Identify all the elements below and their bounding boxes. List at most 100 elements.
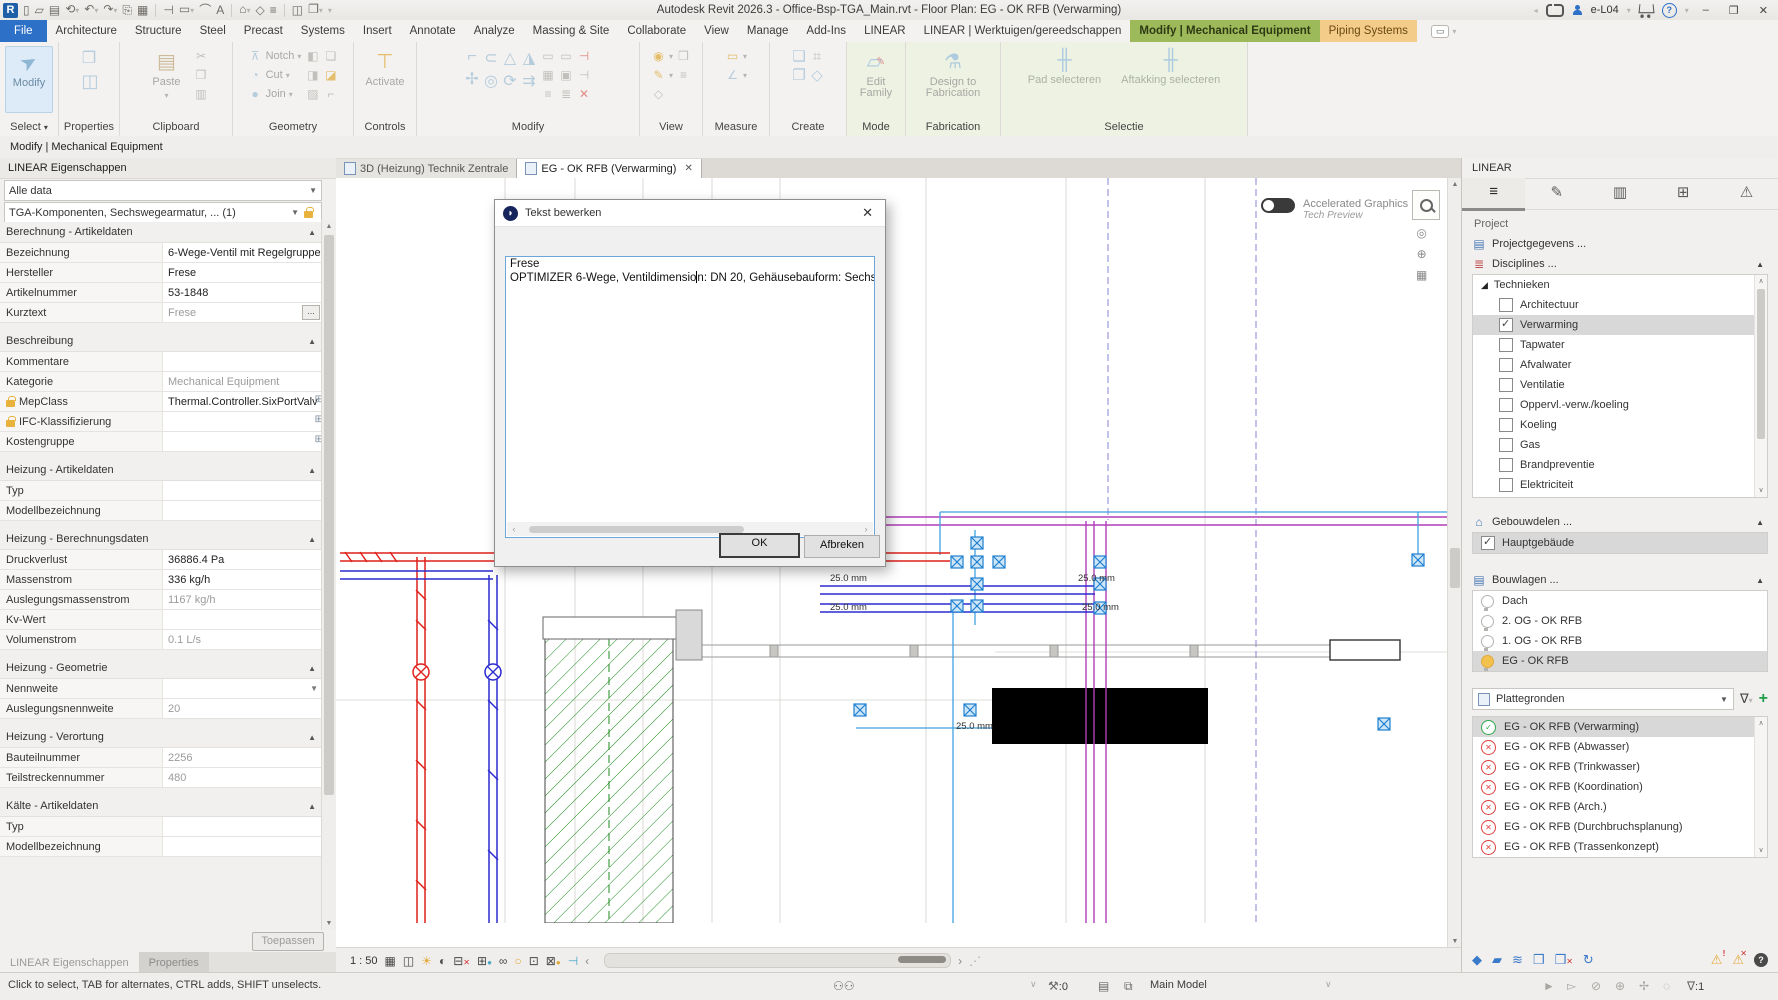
bulb-icon[interactable]: [1481, 615, 1494, 628]
checkbox[interactable]: [1499, 398, 1513, 412]
selected-facade-panel[interactable]: [1330, 640, 1400, 660]
navigation-bar[interactable]: ◎ ⊕ ▦: [1416, 226, 1427, 282]
cut-to-clipboard-icon[interactable]: ✂: [194, 49, 209, 63]
close-view-icon[interactable]: ✕: [684, 163, 692, 174]
revit-logo-icon[interactable]: R: [3, 3, 18, 18]
scrollbar-thumb[interactable]: [1450, 548, 1460, 588]
scroll-up-icon[interactable]: ∧: [1755, 717, 1767, 730]
tab-architecture[interactable]: Architecture: [47, 20, 126, 42]
gebouwdelen-button[interactable]: ⌂ Gebouwdelen ... ▲: [1462, 512, 1778, 532]
tab-massing-site[interactable]: Massing & Site: [524, 20, 619, 42]
checkbox[interactable]: [1499, 318, 1513, 332]
zoom-extents-icon[interactable]: ▦: [1416, 268, 1427, 282]
match-type-icon[interactable]: ▥: [194, 87, 209, 101]
ok-button[interactable]: OK: [719, 533, 800, 558]
box-3d-icon[interactable]: ❒: [676, 49, 691, 63]
more-button[interactable]: ...: [302, 305, 320, 320]
minimize-button[interactable]: –: [1697, 4, 1715, 16]
section-header[interactable]: Berechnung - Artikeldaten▲: [0, 222, 322, 243]
selection-set-icon[interactable]: ◌: [1663, 979, 1670, 993]
tab-insert[interactable]: Insert: [354, 20, 401, 42]
trim-corner-icon[interactable]: ▦: [541, 68, 556, 82]
property-row[interactable]: Auslegungsnennweite20: [0, 699, 322, 719]
temporary-hide-isolate-icon[interactable]: ○: [514, 954, 521, 968]
scroll-down-icon[interactable]: ∨: [1755, 484, 1767, 497]
scroll-down-icon[interactable]: ∨: [1755, 844, 1767, 857]
disciplines-button[interactable]: ≣ Disciplines ... ▲: [1462, 254, 1778, 274]
tab-file[interactable]: File: [0, 20, 47, 42]
family-types-icon[interactable]: ❒: [82, 48, 97, 68]
tab-piping-systems[interactable]: Piping Systems: [1320, 20, 1417, 42]
scroll-up-icon[interactable]: ∧: [1755, 275, 1767, 288]
restore-button[interactable]: ❐: [1723, 4, 1745, 17]
collapse-icon[interactable]: ▲: [308, 664, 316, 673]
crop-view-icon[interactable]: ⊟✕: [453, 954, 470, 968]
modify-icon[interactable]: ⊣: [163, 3, 173, 17]
tab-add-ins[interactable]: Add-Ins: [797, 20, 855, 42]
tab-structure[interactable]: Structure: [126, 20, 191, 42]
plan-trassenkonzept[interactable]: ✕EG - OK RFB (Trassenkonzept): [1473, 837, 1767, 857]
cancel-button[interactable]: Afbreken: [804, 535, 880, 558]
canvas-vertical-scrollbar[interactable]: ▲ ▼: [1447, 178, 1462, 948]
refresh-icon[interactable]: ↻: [1583, 952, 1594, 968]
default-3d-view-icon[interactable]: ⌂▾: [239, 2, 250, 18]
modify-tool-button[interactable]: ➤ Modify: [5, 46, 53, 113]
tab-collaborate[interactable]: Collaborate: [618, 20, 695, 42]
pin-icon[interactable]: ⊣: [577, 68, 592, 82]
collapse-icon[interactable]: ▲: [308, 802, 316, 811]
tab-library[interactable]: ▥: [1588, 179, 1651, 209]
discipline-gas[interactable]: Gas: [1473, 435, 1767, 455]
move-icon[interactable]: ✢: [465, 69, 480, 89]
array-icon[interactable]: ⇉: [522, 71, 537, 91]
shadows-icon[interactable]: ◐: [439, 954, 446, 968]
data-filter-combobox[interactable]: Alle data▼: [4, 180, 322, 201]
expander-icon[interactable]: ◢: [1481, 280, 1488, 291]
close-hidden-windows-icon[interactable]: ◫: [292, 3, 303, 17]
checkbox[interactable]: [1499, 338, 1513, 352]
level-dach[interactable]: Dach: [1473, 591, 1767, 611]
beam-cope-icon[interactable]: ◧: [305, 49, 320, 63]
user-name[interactable]: e-L04: [1591, 4, 1619, 16]
scroll-left-icon[interactable]: ‹: [507, 524, 521, 534]
collapse-icon[interactable]: ▲: [308, 733, 316, 742]
property-row[interactable]: Bauteilnummer2256: [0, 748, 322, 768]
create-group-icon[interactable]: ⌗: [810, 48, 825, 65]
steering-wheel-icon[interactable]: ◎: [1416, 226, 1427, 240]
group-label-select[interactable]: Select ▾: [0, 119, 58, 136]
override-graphics-icon[interactable]: ✎: [651, 68, 666, 82]
discipline-elektriciteit[interactable]: Elektriciteit: [1473, 475, 1767, 495]
scroll-right-icon[interactable]: ›: [958, 954, 962, 968]
scroll-right-icon[interactable]: ›: [859, 524, 873, 534]
split-face-icon[interactable]: ◨: [305, 68, 320, 82]
constraints-icon[interactable]: ⊠●: [546, 954, 561, 968]
collapse-icon[interactable]: ▲: [308, 337, 316, 346]
tab-manage[interactable]: Manage: [738, 20, 798, 42]
tab-precast[interactable]: Precast: [235, 20, 292, 42]
scrollbar-thumb[interactable]: [324, 235, 334, 795]
collapse-icon[interactable]: ▲: [308, 466, 316, 475]
scroll-left-icon[interactable]: ‹: [585, 954, 589, 968]
clear-warnings-icon[interactable]: ⚠✕: [1732, 952, 1744, 968]
bulb-icon[interactable]: [1481, 655, 1494, 668]
property-row[interactable]: Bezeichnung6-Wege-Ventil mit Regelgruppe: [0, 243, 322, 263]
property-row[interactable]: Kostengruppe⊞: [0, 432, 322, 452]
checkbox[interactable]: [1481, 536, 1495, 550]
trim-single-icon[interactable]: ▣: [559, 68, 574, 82]
property-row[interactable]: KategorieMechanical Equipment: [0, 372, 322, 392]
discipline-ventilatie[interactable]: Ventilatie: [1473, 375, 1767, 395]
copy-to-clipboard-icon[interactable]: ❐: [194, 68, 209, 82]
visual-style-icon[interactable]: ◫: [403, 954, 414, 968]
view-tab-eg-ok-rfb[interactable]: EG - OK RFB (Verwarming) ✕: [517, 159, 701, 178]
paste-button[interactable]: ▤ Paste▾: [144, 46, 190, 101]
left-panel-scrollbar[interactable]: ▲ ▼: [321, 220, 336, 930]
sync-icon[interactable]: ⟲▾: [65, 2, 79, 18]
discipline-oppervl-verw-koeling[interactable]: Oppervl.-verw./koeling: [1473, 395, 1767, 415]
checkbox[interactable]: [1499, 438, 1513, 452]
create-assembly-icon[interactable]: ❐: [792, 66, 807, 84]
plan-trinkwasser[interactable]: ✕EG - OK RFB (Trinkwasser): [1473, 757, 1767, 777]
scrollbar-thumb[interactable]: [898, 956, 946, 963]
help-icon[interactable]: ?: [1662, 3, 1677, 18]
property-row[interactable]: Nennweite▼: [0, 679, 322, 699]
print-icon[interactable]: ⎘: [122, 3, 132, 17]
copy-icon[interactable]: ◎: [484, 71, 499, 91]
